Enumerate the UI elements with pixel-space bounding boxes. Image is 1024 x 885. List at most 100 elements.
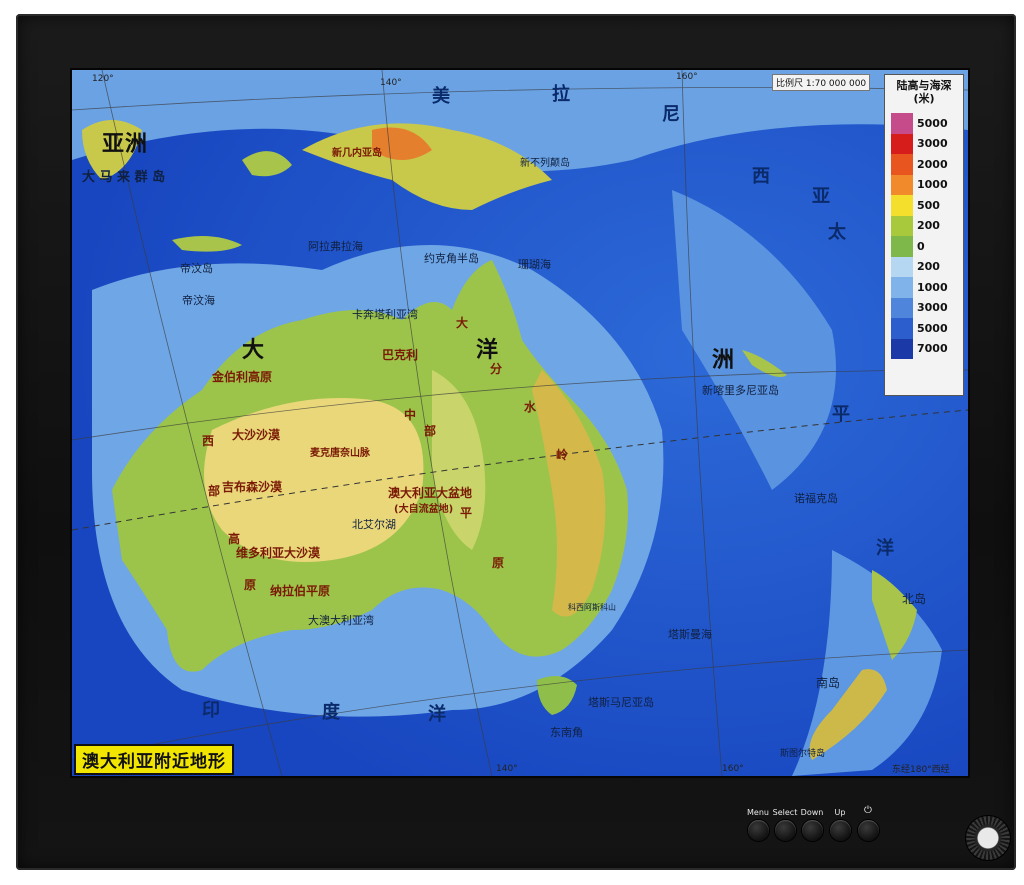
label-divide-fen: 分 [490,362,503,376]
legend-row: 5000 [891,113,948,134]
legend-swatch [891,256,913,277]
label-new-britain: 新不列颠岛 [520,158,570,169]
label-tasman-sea: 塔斯曼海 [668,628,712,641]
legend-row: 5000 [891,318,948,339]
coord-140-bottom: 140° [496,764,518,774]
label-malay: 大 马 来 群 岛 [82,170,166,185]
label-kimberley: 金伯利高原 [212,370,273,384]
legend-value: 3000 [917,137,948,151]
coord-140: 140° [380,78,402,88]
up-button[interactable] [830,820,851,841]
elevation-legend: 陆高与海深 (米) 5000 3000 2000 1000 500 200 0 200 1000… [884,74,964,396]
label-carpentaria: 卡奔塔利亚湾 [352,308,418,321]
label-arafura: 阿拉弗拉海 [308,240,363,253]
label-xi: 西 [752,166,770,187]
label-coral-sea: 珊瑚海 [518,258,551,271]
legend-row: 2000 [891,154,948,175]
label-new-guinea: 新几内亚岛 [332,148,382,159]
label-pac-yang: 洋 [876,538,894,559]
label-central-2: 部 [424,424,437,438]
label-timor-island: 帝汶岛 [180,262,213,275]
legend-swatch [891,195,913,216]
legend-row: 1000 [891,174,948,195]
label-pac-ping: 平 [832,404,850,425]
legend-value: 7000 [917,342,948,356]
legend-title: 陆高与海深 [896,79,952,92]
label-west: 西 [202,434,215,448]
legend-value: 200 [917,219,940,233]
label-central-1: 中 [404,408,417,422]
label-central-4: 原 [492,556,505,570]
legend-swatch [891,133,913,154]
legend-swatch [891,318,913,339]
legend-value: 1000 [917,280,948,294]
label-cape-york: 约克角半岛 [424,252,479,265]
label-bu: 部 [208,484,221,498]
legend-value: 0 [917,239,925,253]
label-gibson: 吉布森沙漠 [222,480,283,494]
label-indian-du: 度 [322,702,340,723]
coord-160: 160° [676,72,698,82]
legend-value: 500 [917,198,940,212]
legend-swatch [891,154,913,175]
legend-value: 3000 [917,301,948,315]
legend-row: 500 [891,195,948,216]
legend-row: 200 [891,215,948,236]
label-new-caledonia: 新喀里多尼亚岛 [702,384,779,397]
label-tasmania: 塔斯马尼亚岛 [588,696,654,709]
legend-swatch [891,277,913,298]
label-divide-ling: 岭 [556,448,569,462]
label-barkly: 巴克利 [382,348,419,362]
label-north-island: 北岛 [902,592,927,606]
label-indian-yang: 洋 [428,704,446,725]
map-footnote: 东经180°西经 [892,765,950,775]
label-great-basin: 澳大利亚大盆地 [388,486,473,500]
legend-value: 2000 [917,157,948,171]
label-oceania-zhou: 洲 [712,348,736,373]
legend-row: 200 [891,256,948,277]
label-southeast-cape: 东南角 [550,726,583,739]
legend-value: 1000 [917,178,948,192]
legend-row: 3000 [891,133,948,154]
legend-row: 1000 [891,277,948,298]
power-button[interactable] [858,820,879,841]
knob-grip [966,816,1010,860]
label-indian-yin: 印 [202,700,220,721]
label-great-aus-bight: 大澳大利亚湾 [308,614,374,627]
legend-row: 0 [891,236,948,257]
legend-swatch [891,297,913,318]
label-la: 拉 [552,84,570,105]
label-central-3: 平 [460,506,473,520]
map-scale: 比例尺 1:70 000 000 [772,74,871,91]
label-nullarbor: 纳拉伯平原 [270,584,331,598]
label-south-island: 南岛 [816,676,841,690]
legend-swatch [891,338,913,359]
label-divide-shui: 水 [524,400,537,414]
legend-swatch [891,215,913,236]
menu-button[interactable] [748,820,769,841]
label-oceania-da: 大 [242,338,266,363]
legend-value: 5000 [917,321,948,335]
label-ya: 亚 [812,186,830,207]
monitor-screen: 120° 140° 160° 140° 160° 亚洲 大 马 来 群 岛 大 … [72,70,968,776]
label-norfolk: 诺福克岛 [794,492,838,505]
select-button[interactable] [775,820,796,841]
legend-row: 7000 [891,338,948,359]
coord-120: 120° [92,74,114,84]
label-yuan: 原 [244,578,257,592]
label-great-sandy: 大沙沙漠 [232,428,281,442]
legend-swatch [891,236,913,257]
power-icon: ⏻ [864,805,872,816]
legend-unit: (米) [913,92,935,105]
legend-rows: 5000 3000 2000 1000 500 200 0 200 1000 3000 5000 70… [891,113,948,359]
label-victoria-desert: 维多利亚大沙漠 [236,546,321,560]
coord-160-bottom: 160° [722,764,744,774]
label-asia: 亚洲 [102,132,149,157]
legend-value: 5000 [917,116,948,130]
down-button[interactable] [802,820,823,841]
label-america: 美 [432,86,450,107]
label-kosciuszko: 科西阿斯科山 [568,603,616,612]
legend-row: 3000 [891,297,948,318]
label-divide-da: 大 [456,316,469,330]
label-macdonnell: 麦克唐奈山脉 [310,448,370,459]
